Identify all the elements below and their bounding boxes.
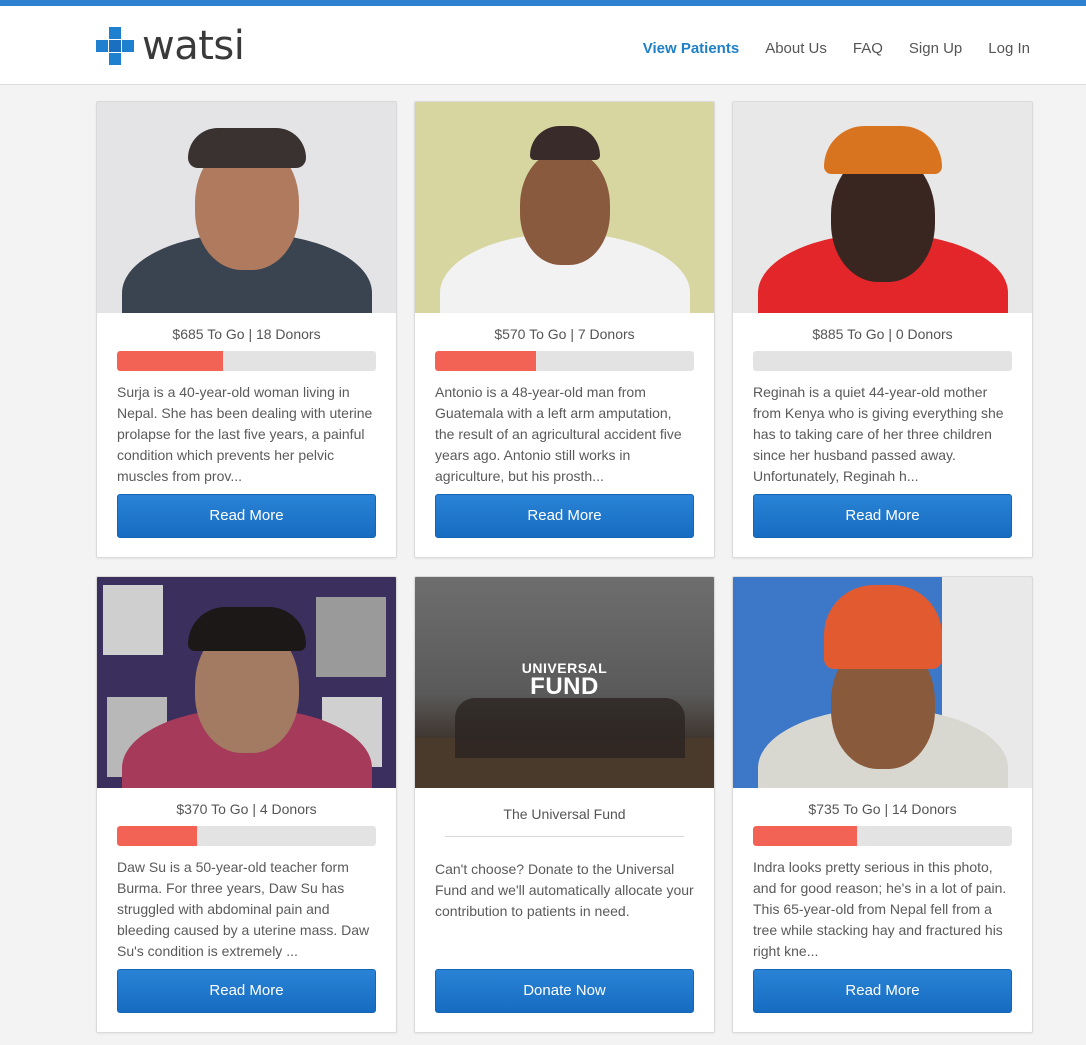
patient-description: Indra looks pretty serious in this photo… (753, 859, 1007, 959)
universal-fund-logo: UNIVERSAL FUND (521, 660, 608, 700)
divider (445, 836, 684, 837)
patient-photo[interactable] (733, 577, 1032, 788)
funding-progress-fill (117, 351, 224, 371)
site-header: watsi View Patients About Us FAQ Sign Up… (0, 6, 1086, 85)
patient-card: $370 To Go | 4 Donors Daw Su is a 50-yea… (96, 576, 397, 1033)
funding-progress-fill (753, 826, 857, 846)
fund-description: Can't choose? Donate to the Universal Fu… (435, 861, 694, 919)
patient-photo[interactable] (97, 577, 396, 788)
nav-faq[interactable]: FAQ (853, 40, 883, 57)
nav-sign-up[interactable]: Sign Up (909, 40, 962, 57)
patient-card: $570 To Go | 7 Donors Antonio is a 48-ye… (414, 101, 715, 558)
universal-fund-card: UNIVERSAL FUND The Universal Fund Can't … (414, 576, 715, 1033)
fund-title: The Universal Fund (503, 806, 626, 822)
read-more-button[interactable]: Read More (117, 494, 376, 538)
nav-log-in[interactable]: Log In (988, 40, 1030, 57)
funding-progress-bar (753, 826, 1012, 846)
patient-photo[interactable] (733, 102, 1032, 313)
patient-description: Daw Su is a 50-year-old teacher form Bur… (117, 859, 370, 959)
patient-card: $735 To Go | 14 Donors Indra looks prett… (732, 576, 1033, 1033)
main-nav: View Patients About Us FAQ Sign Up Log I… (643, 40, 1030, 57)
funding-progress-fill (117, 826, 198, 846)
funding-progress-bar (117, 351, 376, 371)
patient-photo[interactable] (97, 102, 396, 313)
universal-fund-image[interactable]: UNIVERSAL FUND (415, 577, 714, 788)
watsi-logo[interactable]: watsi (96, 23, 245, 69)
funding-status: $570 To Go | 7 Donors (494, 326, 635, 342)
patient-card: $685 To Go | 18 Donors Surja is a 40-yea… (96, 101, 397, 558)
read-more-button[interactable]: Read More (753, 494, 1012, 538)
read-more-button[interactable]: Read More (753, 969, 1012, 1013)
funding-status: $735 To Go | 14 Donors (808, 801, 957, 817)
funding-progress-fill (435, 351, 536, 371)
watsi-cross-icon (96, 27, 134, 65)
funding-progress-bar (117, 826, 376, 846)
donate-now-button[interactable]: Donate Now (435, 969, 694, 1013)
read-more-button[interactable]: Read More (117, 969, 376, 1013)
patient-grid: $685 To Go | 18 Donors Surja is a 40-yea… (96, 101, 1033, 1033)
funding-status: $370 To Go | 4 Donors (176, 801, 317, 817)
read-more-button[interactable]: Read More (435, 494, 694, 538)
nav-about-us[interactable]: About Us (765, 40, 827, 57)
patient-card: $885 To Go | 0 Donors Reginah is a quiet… (732, 101, 1033, 558)
patient-photo[interactable] (415, 102, 714, 313)
funding-progress-bar (435, 351, 694, 371)
funding-status: $685 To Go | 18 Donors (172, 326, 321, 342)
funding-progress-bar (753, 351, 1012, 371)
funding-status: $885 To Go | 0 Donors (812, 326, 953, 342)
patient-description: Surja is a 40-year-old woman living in N… (117, 384, 373, 484)
brand-name: watsi (142, 23, 245, 69)
patient-description: Reginah is a quiet 44-year-old mother fr… (753, 384, 1004, 484)
patient-description: Antonio is a 48-year-old man from Guatem… (435, 384, 682, 484)
nav-view-patients[interactable]: View Patients (643, 40, 739, 57)
